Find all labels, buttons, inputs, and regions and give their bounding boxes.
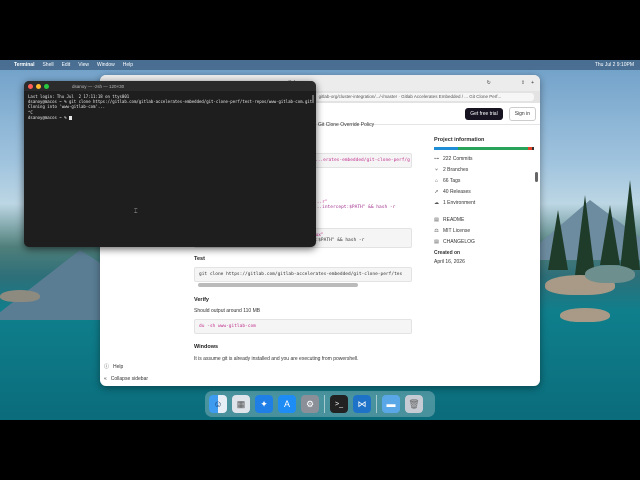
cloud-icon: ☁ bbox=[434, 200, 439, 206]
branches-link[interactable]: ⑂ 2 Branches bbox=[434, 167, 534, 173]
collapse-sidebar-label: Collapse sidebar bbox=[110, 376, 149, 382]
tag-icon: ⌂ bbox=[434, 178, 439, 184]
menu-help[interactable]: Help bbox=[123, 62, 133, 68]
tree bbox=[575, 195, 595, 275]
menu-view[interactable]: View bbox=[78, 62, 89, 68]
code-text: git clone https://gitlab.com/gitlab-acce… bbox=[199, 272, 403, 277]
changelog-link[interactable]: ▤ CHANGELOG bbox=[434, 239, 534, 245]
system-settings-icon[interactable]: ⚙ bbox=[301, 395, 319, 413]
launchpad-icon[interactable]: ▦ bbox=[232, 395, 250, 413]
releases-label: 40 Releases bbox=[443, 189, 471, 195]
license-label: MIT License bbox=[443, 228, 471, 234]
readme-label: README bbox=[443, 217, 465, 223]
book-icon: ▤ bbox=[434, 217, 439, 223]
environment-link[interactable]: ☁ 1 Environment bbox=[434, 200, 534, 206]
terminal-titlebar[interactable]: dsanoy — -zsh — 120×30 bbox=[24, 81, 316, 91]
language-segment bbox=[434, 147, 459, 150]
commits-link[interactable]: ⊶ 222 Commits bbox=[434, 156, 534, 162]
tree bbox=[548, 210, 568, 270]
terminal-icon[interactable]: >_ bbox=[330, 395, 348, 413]
browser-tab-title[interactable]: gitlab-org/cluster-integration/.../-/mas… bbox=[314, 93, 534, 101]
language-segment bbox=[458, 147, 525, 150]
minimize-button[interactable] bbox=[36, 83, 41, 89]
get-free-trial-button[interactable]: Get free trial bbox=[465, 107, 503, 120]
menu-clock[interactable]: Thu Jul 2 9:10PM bbox=[595, 62, 634, 68]
mouse-cursor-icon: ⌶ bbox=[134, 209, 138, 215]
tree bbox=[620, 180, 640, 270]
menu-window[interactable]: Window bbox=[97, 62, 115, 68]
rock bbox=[585, 265, 635, 283]
rocket-icon: ➚ bbox=[434, 189, 439, 195]
terminal-scrollbar[interactable] bbox=[312, 95, 314, 103]
dock-separator bbox=[376, 395, 377, 413]
environment-label: 1 Environment bbox=[443, 200, 476, 206]
letterbox-bottom bbox=[0, 420, 640, 480]
code-text: du -sh www-gitlab-com bbox=[199, 324, 256, 329]
code-text: ...erates-embedded/git-clone-perf/g bbox=[315, 158, 410, 163]
language-segment bbox=[531, 147, 534, 150]
changelog-label: CHANGELOG bbox=[443, 239, 475, 245]
project-info-title: Project information bbox=[434, 137, 485, 143]
doc-icon: ▤ bbox=[434, 239, 439, 245]
zoom-button[interactable] bbox=[44, 83, 49, 89]
tags-label: 66 Tags bbox=[443, 178, 461, 184]
terminal-prompt-line: dsanoy@macos ~ % bbox=[28, 115, 312, 120]
menu-app-name[interactable]: Terminal bbox=[14, 62, 34, 68]
readme-link[interactable]: ▤ README bbox=[434, 217, 534, 223]
finder-icon[interactable]: ☺ bbox=[209, 395, 227, 413]
commits-label: 222 Commits bbox=[443, 156, 473, 162]
app-store-icon[interactable]: A bbox=[278, 395, 296, 413]
letterbox-top bbox=[0, 0, 640, 60]
windows-text: It is assume git is already installed an… bbox=[194, 356, 359, 362]
sign-in-button[interactable]: Sign in bbox=[508, 106, 536, 121]
windows-heading: Windows bbox=[194, 344, 219, 350]
verify-heading: Verify bbox=[194, 297, 209, 303]
branches-label: 2 Branches bbox=[443, 167, 469, 173]
help-icon: ⓘ bbox=[104, 364, 110, 370]
close-button[interactable] bbox=[28, 83, 33, 89]
rock bbox=[0, 290, 40, 302]
vertical-scrollbar[interactable] bbox=[535, 172, 538, 182]
trash-icon[interactable]: 🗑 bbox=[405, 395, 423, 413]
code-text: ...intercept:$PATH" && hash -r bbox=[314, 205, 396, 210]
menu-shell[interactable]: Shell bbox=[42, 62, 53, 68]
created-on-date: April 16, 2026 bbox=[434, 259, 465, 265]
code-block: du -sh www-gitlab-com bbox=[194, 319, 412, 334]
code-block: git clone https://gitlab.com/gitlab-acce… bbox=[194, 267, 412, 282]
reload-icon[interactable]: ↻ bbox=[487, 80, 491, 86]
project-information: Project information ⊶ 222 Commits ⑂ 2 Bran… bbox=[434, 137, 534, 265]
scale-icon: ⚖ bbox=[434, 228, 439, 234]
language-bar[interactable] bbox=[434, 147, 534, 150]
help-label: Help bbox=[113, 363, 124, 370]
terminal-output[interactable]: Last login: Thu Jul 2 17:11:18 on ttys00… bbox=[24, 91, 316, 123]
folder-icon[interactable]: ▬ bbox=[382, 395, 400, 413]
safari-icon[interactable]: ✦ bbox=[255, 395, 273, 413]
terminal-window[interactable]: dsanoy — -zsh — 120×30 Last login: Thu J… bbox=[24, 81, 316, 247]
dock-separator bbox=[324, 395, 325, 413]
menu-bar: Terminal Shell Edit View Window Help Thu… bbox=[0, 60, 640, 70]
help-item[interactable]: ⓘ Help bbox=[104, 363, 148, 371]
terminal-title: dsanoy — -zsh — 120×30 bbox=[72, 83, 125, 89]
test-heading: Test bbox=[194, 256, 205, 262]
commit-icon: ⊶ bbox=[434, 156, 439, 162]
tags-link[interactable]: ⌂ 66 Tags bbox=[434, 178, 534, 184]
license-link[interactable]: ⚖ MIT License bbox=[434, 228, 534, 234]
share-icon[interactable]: ⇪ bbox=[521, 80, 525, 86]
sidebar-footer: ⓘ Help «Collapse sidebar bbox=[104, 357, 148, 383]
collapse-icon: « bbox=[104, 376, 107, 382]
created-on-label: Created on bbox=[434, 250, 461, 256]
verify-text: Should output around 110 MB bbox=[194, 308, 261, 314]
vscode-icon[interactable]: ⋈ bbox=[353, 395, 371, 413]
branch-icon: ⑂ bbox=[434, 167, 438, 173]
rock bbox=[560, 308, 610, 322]
collapse-sidebar-item[interactable]: «Collapse sidebar bbox=[104, 376, 148, 382]
tree bbox=[600, 205, 620, 265]
dock: ☺ ▦ ✦ A ⚙ >_ ⋈ ▬ 🗑 bbox=[205, 391, 435, 417]
add-tab-icon[interactable]: + bbox=[531, 80, 534, 86]
menu-edit[interactable]: Edit bbox=[62, 62, 71, 68]
horizontal-scrollbar[interactable] bbox=[198, 283, 358, 287]
terminal-prompt: dsanoy@macos ~ % bbox=[28, 114, 69, 120]
terminal-cursor bbox=[68, 115, 72, 120]
releases-link[interactable]: ➚ 40 Releases bbox=[434, 189, 534, 195]
